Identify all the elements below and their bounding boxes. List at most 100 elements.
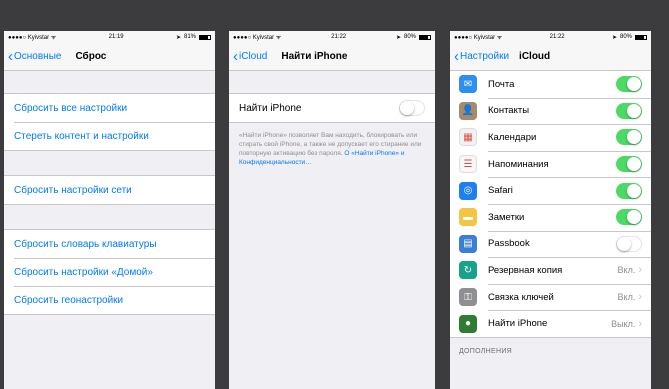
location-icon: ➤ <box>611 34 617 41</box>
contacts-toggle[interactable] <box>616 102 642 119</box>
passbook-toggle[interactable] <box>616 235 642 252</box>
location-icon: ➤ <box>395 34 401 41</box>
status-bar: ●●●●○ Kyivstar ᯤ 21:22 ➤ 80% <box>229 31 435 43</box>
reset-screen: ●●●●○ Kyivstar ᯤ 21:19 ➤ 81% ‹ Основные … <box>4 31 215 389</box>
carrier-label: ●●●●○ Kyivstar ᯤ <box>454 35 503 41</box>
find-iphone-row: Найти iPhone <box>229 94 435 122</box>
icloud-screen: ●●●●○ Kyivstar ᯤ 21:22 ➤ 80% ‹ Настройки… <box>450 31 651 389</box>
back-button[interactable]: ‹ Основные <box>8 47 61 65</box>
clock: 21:22 <box>331 34 347 40</box>
mail-icon: ✉ <box>459 75 477 94</box>
chevron-right-icon: › <box>638 317 642 330</box>
carrier-label: ●●●●○ Kyivstar ᯤ <box>8 35 57 41</box>
icloud-row-passbook: ▤ Passbook <box>450 230 651 258</box>
location-icon: ➤ <box>175 34 181 41</box>
detail-value: Вкл. <box>617 292 636 303</box>
icloud-row-backup[interactable]: ↻ Резервная копия Вкл. › <box>450 257 651 284</box>
battery-icon <box>635 34 647 40</box>
reset-group-2: Сбросить настройки сети <box>4 175 215 205</box>
status-bar: ●●●●○ Kyivstar ᯤ 21:19 ➤ 81% <box>4 31 215 43</box>
icloud-row-find-iphone[interactable]: ● Найти iPhone Выкл. › <box>450 310 651 337</box>
calendar-toggle[interactable] <box>616 129 642 146</box>
find-iphone-screen: ●●●●○ Kyivstar ᯤ 21:22 ➤ 80% ‹ iCloud На… <box>229 31 435 389</box>
toggle-knob <box>627 157 641 172</box>
calendar-icon: ▦ <box>459 128 477 147</box>
toggle-knob <box>617 236 631 251</box>
notes-icon: ▬ <box>459 208 477 227</box>
battery-percent: 80% <box>619 34 632 40</box>
safari-toggle[interactable] <box>616 182 642 199</box>
reset-home-layout[interactable]: Сбросить настройки «Домой» <box>4 258 215 286</box>
reset-network-settings[interactable]: Сбросить настройки сети <box>4 176 215 204</box>
notes-toggle[interactable] <box>616 209 642 226</box>
icloud-row-safari: ◎ Safari <box>450 177 651 204</box>
icloud-row-label: Резервная копия <box>488 264 563 276</box>
chevron-left-icon: ‹ <box>8 47 13 65</box>
toggle-knob <box>627 77 641 92</box>
clock: 21:19 <box>108 34 124 40</box>
find-iphone-group: Найти iPhone <box>229 93 435 123</box>
detail-value: Вкл. <box>617 265 636 276</box>
reminders-icon: ☰ <box>459 155 477 174</box>
erase-content-and-settings[interactable]: Стереть контент и настройки <box>4 122 215 150</box>
icloud-row-label: Почта <box>488 78 515 90</box>
chevron-left-icon: ‹ <box>454 47 459 65</box>
icloud-row-reminders: ☰ Напоминания <box>450 150 651 178</box>
status-bar: ●●●●○ Kyivstar ᯤ 21:22 ➤ 80% <box>450 31 651 43</box>
icloud-row-calendar: ▦ Календари <box>450 124 651 151</box>
page-title: Найти iPhone <box>281 51 348 62</box>
reminders-toggle[interactable] <box>616 156 642 173</box>
chevron-right-icon: › <box>638 291 642 304</box>
find-iphone-toggle[interactable] <box>399 100 425 116</box>
reset-location-settings[interactable]: Сбросить геонастройки <box>4 286 215 314</box>
keychain-icon: ⚿ <box>459 288 477 307</box>
nav-bar: ‹ iCloud Найти iPhone <box>229 43 435 71</box>
toggle-knob <box>627 130 641 145</box>
passbook-icon: ▤ <box>459 234 477 253</box>
clock: 21:22 <box>549 34 565 40</box>
reset-group-1: Сбросить все настройки Стереть контент и… <box>4 93 215 151</box>
icloud-row-label: Safari <box>488 185 513 197</box>
contacts-icon: 👤 <box>459 101 477 120</box>
detail-value: Выкл. <box>611 318 636 329</box>
nav-bar: ‹ Настройки iCloud <box>450 43 651 71</box>
carrier-label: ●●●●○ Kyivstar ᯤ <box>233 35 282 41</box>
mail-toggle[interactable] <box>616 76 642 93</box>
reset-group-3: Сбросить словарь клавиатуры Сбросить нас… <box>4 229 215 315</box>
icloud-row-label: Календари <box>488 131 537 143</box>
find-iphone-label: Найти iPhone <box>239 102 302 114</box>
find-iphone-description: «Найти iPhone» позволяет Вам находить, б… <box>239 132 422 166</box>
find-iphone-icon: ● <box>459 314 477 333</box>
toggle-knob <box>627 210 641 225</box>
icloud-row-contacts: 👤 Контакты <box>450 97 651 125</box>
backup-icon: ↻ <box>459 261 477 280</box>
back-button[interactable]: ‹ Настройки <box>454 47 509 65</box>
section-header: ДОПОЛНЕНИЯ <box>459 347 513 355</box>
icloud-row-label: Passbook <box>488 238 530 250</box>
safari-icon: ◎ <box>459 181 477 200</box>
icloud-row-label: Контакты <box>488 105 530 117</box>
icloud-services-list: ✉ Почта 👤 Контакты ▦ Календари ☰ Напоминания ◎ Sa… <box>450 71 651 338</box>
icloud-row-label: Найти iPhone <box>488 318 548 330</box>
icloud-row-label: Заметки <box>488 211 525 223</box>
battery-percent: 80% <box>403 34 416 40</box>
battery-icon <box>419 34 431 40</box>
page-title: Сброс <box>75 51 107 62</box>
page-title: iCloud <box>519 51 551 62</box>
battery-icon <box>199 34 211 40</box>
icloud-row-keychain[interactable]: ⚿ Связка ключей Вкл. › <box>450 283 651 311</box>
toggle-knob <box>627 103 641 118</box>
toggle-knob <box>400 101 414 115</box>
toggle-knob <box>627 183 641 198</box>
back-button[interactable]: ‹ iCloud <box>233 47 267 65</box>
icloud-row-label: Связка ключей <box>488 291 554 303</box>
icloud-row-mail: ✉ Почта <box>450 71 651 98</box>
nav-bar: ‹ Основные Сброс <box>4 43 215 71</box>
chevron-left-icon: ‹ <box>233 47 238 65</box>
battery-percent: 81% <box>183 34 196 40</box>
icloud-row-notes: ▬ Заметки <box>450 203 651 231</box>
icloud-row-label: Напоминания <box>488 158 549 170</box>
reset-all-settings[interactable]: Сбросить все настройки <box>4 94 215 122</box>
chevron-right-icon: › <box>638 264 642 277</box>
reset-keyboard-dictionary[interactable]: Сбросить словарь клавиатуры <box>4 230 215 258</box>
